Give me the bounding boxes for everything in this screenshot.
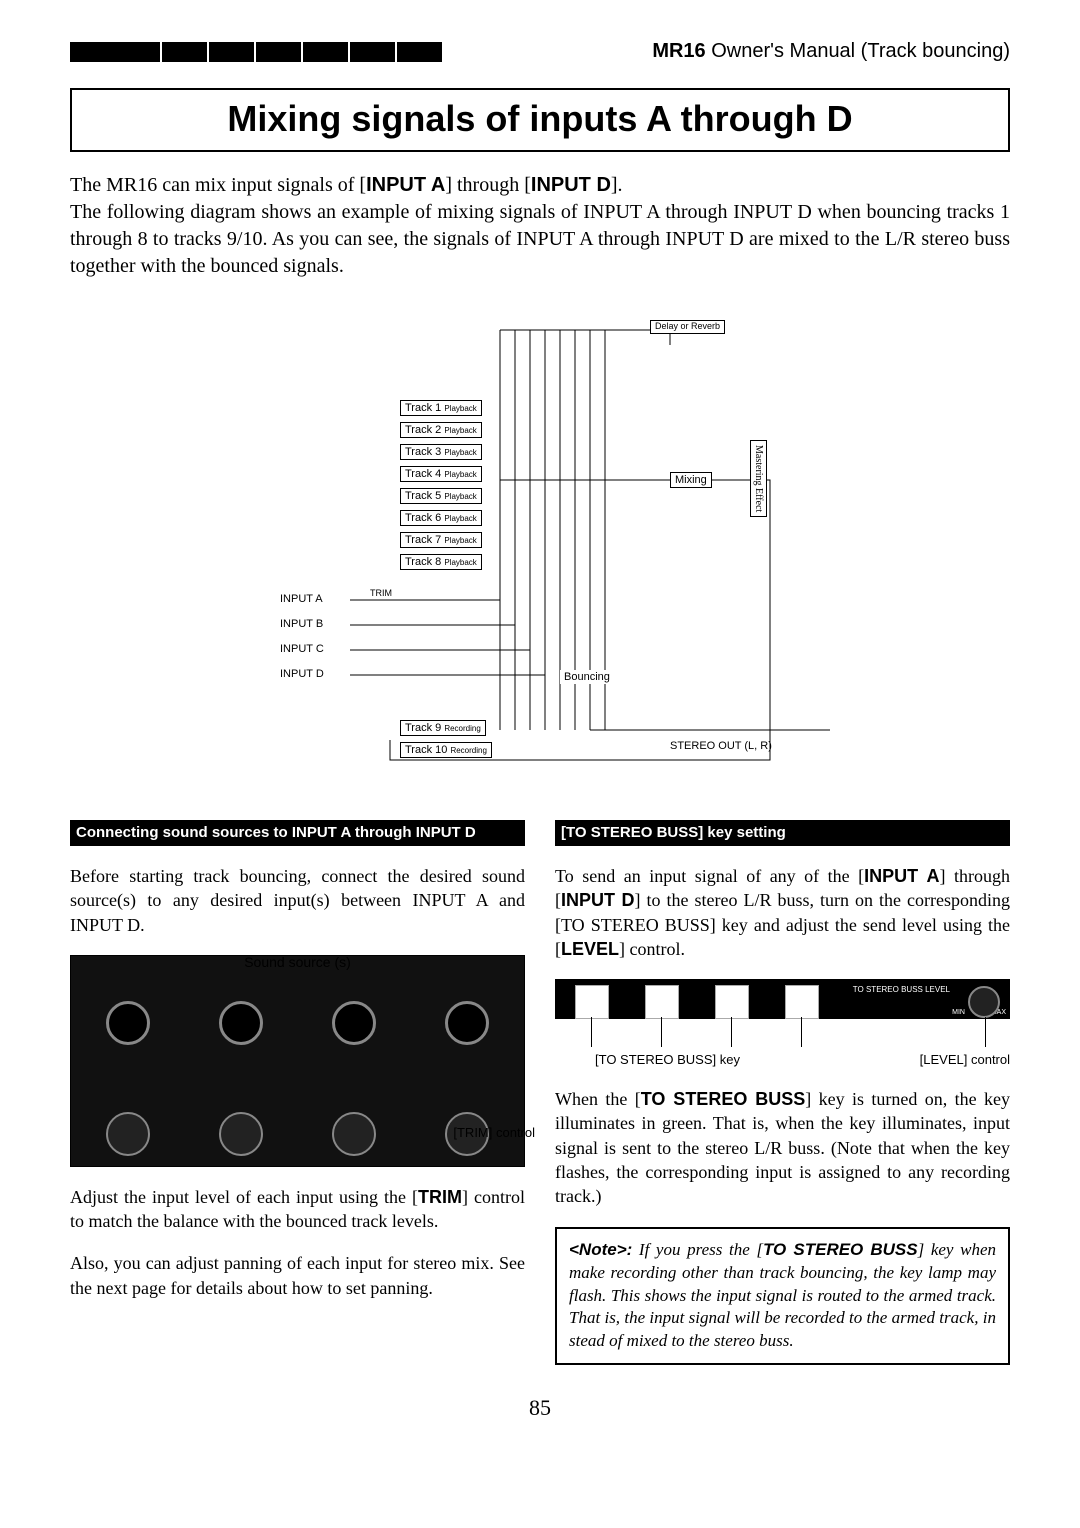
- buss-key-label: [TO STEREO BUSS] key: [595, 1051, 740, 1069]
- trim-knob-a: [106, 1112, 150, 1156]
- right-subhead: [TO STEREO BUSS] key setting: [555, 820, 1010, 846]
- manual-section: Owner's Manual (Track bouncing): [711, 40, 1010, 62]
- diagram-delay-box: Delay or Reverb: [650, 320, 725, 334]
- diagram-input-b: INPUT B: [280, 618, 323, 630]
- stereo-buss-key-illustration: TO STEREO BUSS LEVEL MIN MAX [TO STEREO …: [555, 979, 1010, 1069]
- jack-input-a: [106, 1001, 150, 1045]
- buss-key-2: [645, 985, 679, 1019]
- right-column: [TO STEREO BUSS] key setting To send an …: [555, 820, 1010, 1365]
- right-p1: To send an input signal of any of the [I…: [555, 864, 1010, 961]
- diagram-track-3: Track 3 Playback: [400, 444, 482, 460]
- product-name: MR16: [652, 40, 705, 62]
- trim-knob-c: [332, 1112, 376, 1156]
- diagram-track-4: Track 4 Playback: [400, 466, 482, 482]
- buss-key-4: [785, 985, 819, 1019]
- jack-input-d: [445, 1001, 489, 1045]
- diagram-lines: [70, 300, 1010, 800]
- level-knob: [968, 986, 1000, 1018]
- diagram-track-5: Track 5 Playback: [400, 488, 482, 504]
- diagram-track-7: Track 7 Playback: [400, 532, 482, 548]
- trim-control-label: [TRIM] control: [453, 1124, 535, 1142]
- diagram-stereo-out: STEREO OUT (L, R): [670, 740, 772, 752]
- left-p2: Adjust the input level of each input usi…: [70, 1185, 525, 1234]
- signal-flow-diagram: Delay or Reverb Track 1 Playback Track 2…: [70, 300, 1010, 800]
- diagram-track-8: Track 8 Playback: [400, 554, 482, 570]
- left-p3: Also, you can adjust panning of each inp…: [70, 1251, 525, 1300]
- diagram-track-1: Track 1 Playback: [400, 400, 482, 416]
- header-text: MR16 Owner's Manual (Track bouncing): [652, 40, 1010, 63]
- trim-knob-b: [219, 1112, 263, 1156]
- note-box: <Note>: If you press the [TO STEREO BUSS…: [555, 1227, 1010, 1366]
- left-subhead: Connecting sound sources to INPUT A thro…: [70, 820, 525, 846]
- level-control-label: [LEVEL] control: [920, 1051, 1010, 1069]
- sound-source-label: Sound source (s): [244, 953, 351, 972]
- diagram-track-10: Track 10 Recording: [400, 742, 492, 758]
- diagram-mixing-box: Mixing: [670, 472, 712, 488]
- diagram-input-c: INPUT C: [280, 643, 324, 655]
- diagram-track-9: Track 9 Recording: [400, 720, 486, 736]
- diagram-input-a: INPUT A: [280, 593, 323, 605]
- left-p1: Before starting track bouncing, connect …: [70, 864, 525, 937]
- strip-label: TO STEREO BUSS LEVEL: [853, 985, 950, 996]
- left-column: Connecting sound sources to INPUT A thro…: [70, 820, 525, 1365]
- buss-key-3: [715, 985, 749, 1019]
- diagram-input-d: INPUT D: [280, 668, 324, 680]
- buss-key-1: [575, 985, 609, 1019]
- page-header: MR16 Owner's Manual (Track bouncing): [70, 40, 1010, 63]
- diagram-trim-label: TRIM: [370, 588, 392, 598]
- jack-input-b: [219, 1001, 263, 1045]
- jack-input-c: [332, 1001, 376, 1045]
- page-title: Mixing signals of inputs A through D: [70, 88, 1010, 152]
- right-p2: When the [TO STEREO BUSS] key is turned …: [555, 1087, 1010, 1208]
- diagram-mastering-effect: Mastering Effect: [750, 440, 767, 517]
- intro-paragraph: The MR16 can mix input signals of [INPUT…: [70, 172, 1010, 280]
- diagram-track-6: Track 6 Playback: [400, 510, 482, 526]
- diagram-bouncing-label: Bouncing: [560, 670, 614, 684]
- page-number: 85: [70, 1395, 1010, 1421]
- header-decoration: [70, 42, 442, 62]
- diagram-track-2: Track 2 Playback: [400, 422, 482, 438]
